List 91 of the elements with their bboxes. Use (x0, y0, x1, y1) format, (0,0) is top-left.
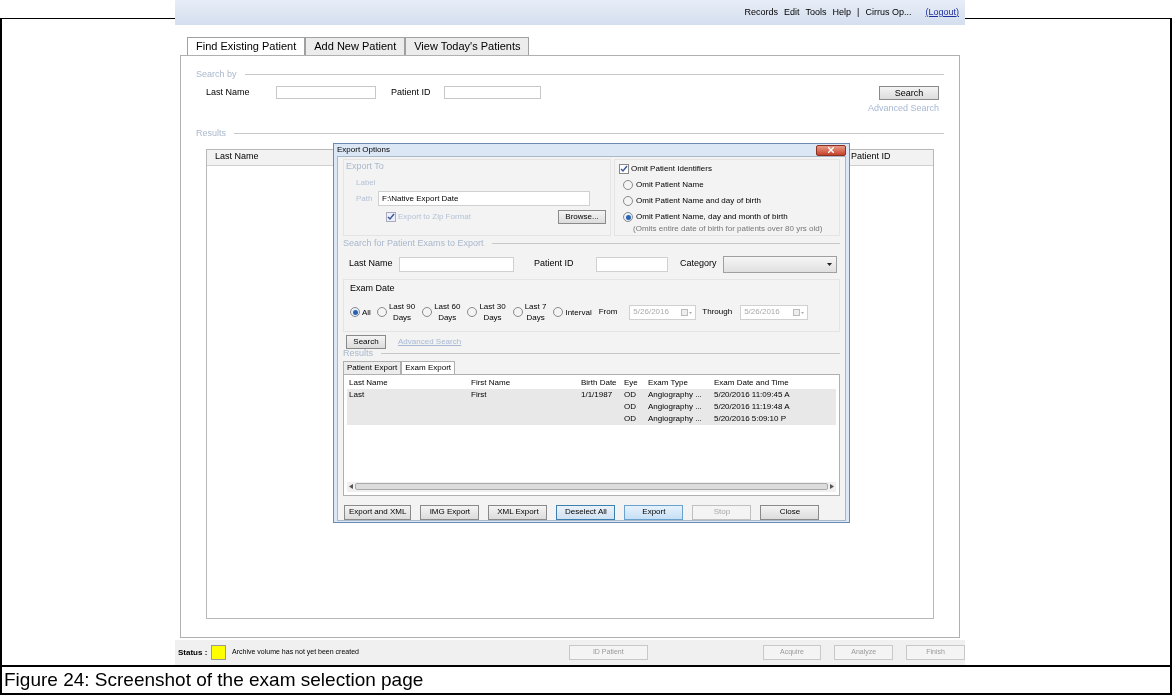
note-text: (Omits entire date of birth for patients over 80 yrs old) (632, 223, 824, 235)
input-field[interactable] (276, 85, 376, 99)
radio-label: Last 90 Days (388, 301, 416, 323)
menu-separator: | (857, 5, 860, 19)
group-title: Results (343, 347, 373, 360)
horizontal-scrollbar[interactable] (347, 481, 836, 492)
table-cell-text: Angiography ... (648, 400, 703, 413)
radio-label: Last 7 Days (524, 301, 547, 323)
path-field[interactable]: F:\Native Export Date (378, 191, 590, 206)
dialog-button[interactable]: XML Export (488, 504, 548, 520)
group-title: Search for Patient Exams to Export (343, 237, 484, 250)
checkbox[interactable] (386, 212, 396, 222)
table-cell-text: 5/20/2016 11:19:48 A (714, 400, 791, 413)
radio-button[interactable] (623, 196, 633, 206)
input-field[interactable] (596, 256, 668, 272)
dialog-button[interactable]: Export and XML (344, 504, 412, 520)
radio-button[interactable] (376, 307, 387, 317)
table-row[interactable]: Last First 1/1/1987 OD Angiography ... 5/20/2016 11:09:45 A (347, 388, 836, 401)
column-header[interactable]: Patient ID (851, 150, 933, 164)
table-cell-text: Angiography ... (648, 412, 703, 425)
column-header[interactable]: Last Name (349, 377, 467, 389)
column-header[interactable]: Birth Date (581, 377, 620, 389)
column-header[interactable]: Eye (624, 377, 644, 389)
table-cell-text: OD (624, 400, 637, 413)
radio-button[interactable] (623, 212, 633, 222)
close-button[interactable] (816, 144, 846, 156)
field-label: Through (702, 306, 733, 318)
radio-label: Interval (565, 306, 592, 318)
radio-label: Last 60 Days (434, 301, 461, 323)
scroll-right-icon (830, 484, 834, 489)
dialog-button[interactable]: Deselect All (556, 504, 616, 520)
table-cell-text: 5/20/2016 11:09:45 A (714, 388, 791, 401)
field-label: From (598, 306, 618, 318)
group-title: Results (196, 127, 226, 140)
tab[interactable]: Exam Export (401, 360, 456, 375)
calendar-icon (793, 308, 805, 316)
group-title: Search by (196, 68, 237, 81)
calendar-icon (681, 308, 693, 316)
table-cell-text: 1/1/1987 (581, 388, 614, 401)
field-label: Patient ID (391, 85, 432, 99)
status-label: Status : (178, 646, 208, 659)
user-name: Cirrus Op... (865, 5, 912, 19)
checkbox[interactable] (619, 164, 629, 174)
menu-item[interactable]: Records (744, 5, 779, 20)
table-cell-text: 5/20/2016 5:09:10 P (714, 412, 788, 425)
column-header[interactable]: Exam Date and Time (714, 377, 802, 389)
input-field[interactable] (444, 85, 541, 99)
scroll-left-icon (349, 484, 353, 489)
menu-item[interactable]: Tools (805, 5, 827, 20)
radio-label: All (362, 306, 371, 318)
radio-button[interactable] (553, 307, 564, 317)
radio-label: Last 30 Days (479, 301, 506, 323)
browse-button[interactable]: Browse... (558, 210, 606, 224)
column-header[interactable]: Last Name (215, 150, 259, 164)
radio-button[interactable] (467, 307, 478, 317)
field-label: Last Name (206, 85, 251, 99)
checkbox-label: Omit Patient Identifiers (631, 163, 712, 175)
radio-label: Omit Patient Name and day of birth (636, 195, 761, 207)
dialog-button[interactable]: Close (760, 504, 820, 520)
group-title: Export To (346, 160, 384, 173)
radio-button[interactable] (350, 307, 360, 317)
category-dropdown[interactable] (723, 255, 837, 273)
search-button[interactable]: Search (346, 335, 386, 349)
table-cell-text: Last (349, 388, 366, 401)
close-icon (828, 147, 834, 153)
table-cell-text: First (471, 388, 488, 401)
field-label: Last Name (349, 257, 394, 271)
radio-label: Omit Patient Name, day and month of birth (636, 211, 788, 223)
menu-item[interactable]: Edit (784, 5, 800, 20)
caret-icon (827, 262, 832, 266)
radio-label: Omit Patient Name (636, 179, 704, 191)
table-cell-text: OD (624, 412, 637, 425)
radio-button[interactable] (623, 180, 633, 190)
logout-link[interactable]: (Logout) (925, 5, 959, 20)
table-cell-text: OD (624, 388, 637, 401)
dialog-button[interactable]: IMG Export (420, 504, 480, 520)
field-label: Category (680, 257, 718, 271)
field-label: Patient ID (534, 257, 575, 271)
search-button[interactable]: Search (879, 85, 939, 100)
group-title: Exam Date (350, 282, 395, 293)
figure-caption: Figure 24: Screenshot of the exam selection page (4, 667, 424, 692)
tab[interactable]: Patient Export (343, 360, 402, 375)
table-cell-text: Angiography ... (648, 388, 703, 401)
column-header[interactable]: First Name (471, 377, 577, 389)
radio-button[interactable] (512, 307, 523, 317)
dialog-title: Export Options (337, 144, 390, 156)
column-header[interactable]: Exam Type (648, 377, 710, 389)
dialog-button[interactable]: Export (624, 504, 684, 520)
radio-button[interactable] (422, 307, 433, 317)
input-field[interactable] (399, 256, 514, 272)
menu-item[interactable]: Help (832, 5, 852, 20)
